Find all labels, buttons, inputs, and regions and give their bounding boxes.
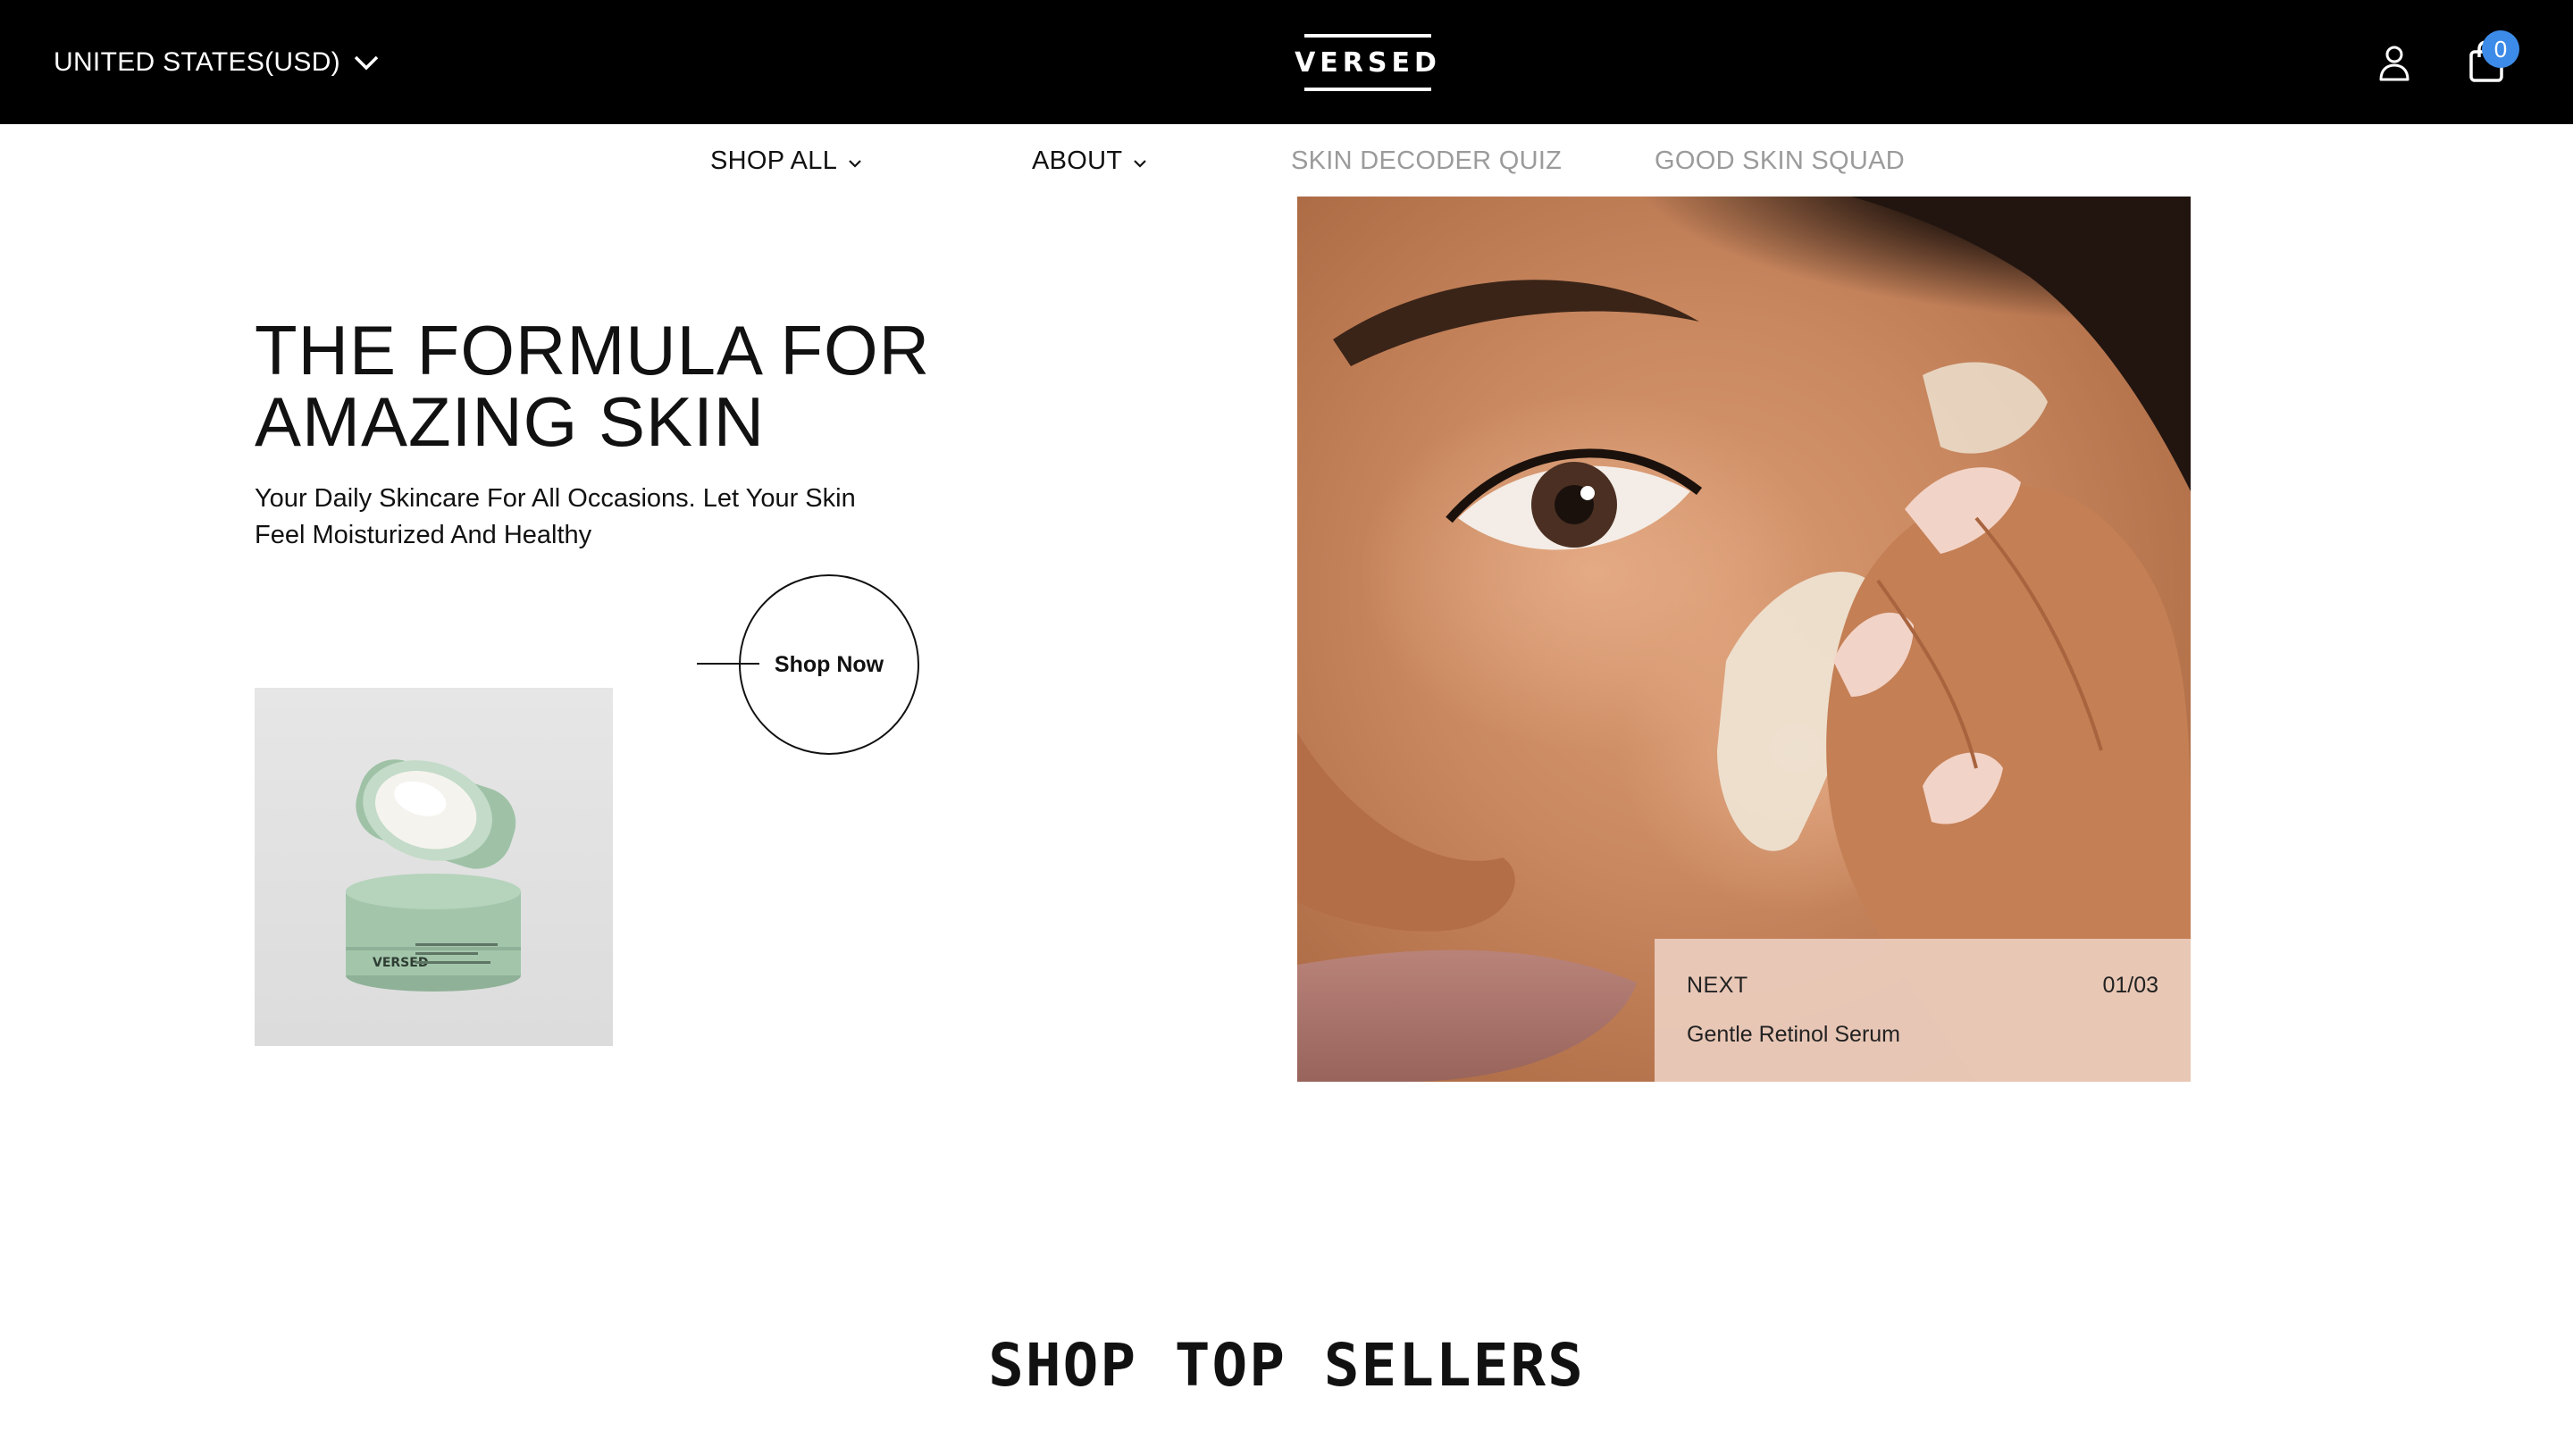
next-product-name: Gentle Retinol Serum [1687,1022,1901,1047]
versed-logo[interactable]: VERSED [1295,34,1437,91]
slide-counter: 01/03 [2102,973,2158,998]
cart-count-badge: 0 [2482,30,2519,68]
hero-subtitle: Your Daily Skincare For All Occasions. L… [255,481,934,554]
user-icon[interactable] [2376,43,2412,82]
hero-title: THE FORMULA FOR AMAZING SKIN [255,314,1059,457]
next-slide-panel[interactable]: NEXT 01/03 Gentle Retinol Serum [1655,939,2191,1082]
nav-shop-all[interactable]: SHOP ALL [710,143,862,179]
region-selector[interactable]: UNITED STATES(USD) [54,43,380,82]
chevron-down-icon [353,54,380,71]
chevron-down-icon [848,146,862,176]
hero-title-line-2: AMAZING SKIN [255,382,766,461]
top-sellers-heading: SHOP TOP SELLERS [988,1331,1585,1400]
hero-subtitle-line-2: Feel Moisturized And Healthy [255,521,592,549]
nav-about[interactable]: ABOUT [1032,143,1147,179]
hero-subtitle-line-1: Your Daily Skincare For All Occasions. L… [255,484,856,513]
next-label: NEXT [1687,973,1748,998]
nav-skin-decoder-quiz[interactable]: SKIN DECODER QUIZ [1291,143,1562,179]
region-label: UNITED STATES(USD) [54,47,340,77]
nav-shop-all-label: SHOP ALL [710,146,838,175]
nav-about-label: ABOUT [1032,146,1123,175]
product-thumbnail[interactable]: VERSED [255,688,613,1046]
chevron-down-icon [1133,146,1147,176]
nav-good-skin-squad[interactable]: GOOD SKIN SQUAD [1655,143,1905,179]
shop-now-button[interactable]: Shop Now [739,574,919,755]
hero-title-line-1: THE FORMULA FOR [255,311,931,389]
top-bar [0,0,2573,124]
cream-jar-image: VERSED [346,759,521,992]
